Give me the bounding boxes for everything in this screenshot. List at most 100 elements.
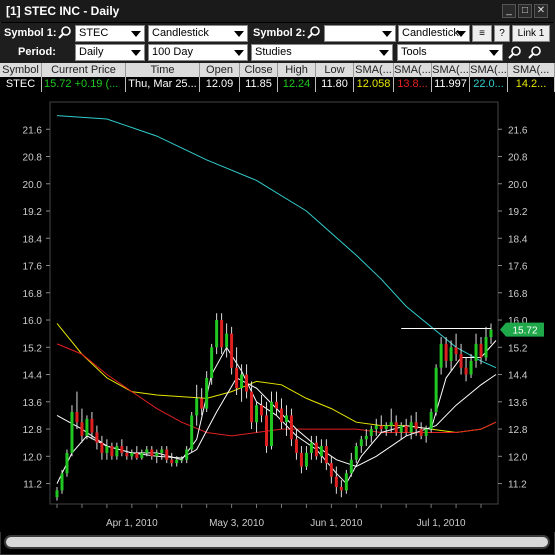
- candle-body: [140, 452, 144, 459]
- col-time[interactable]: Time: [126, 63, 200, 77]
- range-select[interactable]: 100 Day: [148, 44, 248, 61]
- symbol2-label: Symbol 2:: [253, 27, 306, 39]
- y-tick-label-right: 18.4: [508, 234, 528, 245]
- candle-body: [95, 432, 99, 443]
- chevron-down-icon: [234, 50, 244, 56]
- candle-body: [155, 452, 159, 457]
- symbol1-input[interactable]: STEC: [75, 25, 145, 42]
- col-sma3[interactable]: SMA(...: [432, 63, 470, 77]
- y-tick-label-right: 20.8: [508, 153, 528, 164]
- tools-select[interactable]: Tools: [397, 44, 503, 61]
- x-tick-label: Jun 1, 2010: [310, 518, 363, 529]
- price-chart[interactable]: 11.2 11.2 12.0 12.0 12.8 12.8 13.6 13.6 14.4 14.4…: [0, 92, 555, 532]
- cell-time: Thu, Mar 25...: [126, 77, 200, 92]
- candle-body: [255, 405, 259, 423]
- scrollbar-thumb[interactable]: [6, 537, 548, 547]
- list-icon[interactable]: ≡: [472, 25, 492, 42]
- col-open[interactable]: Open: [200, 63, 240, 77]
- studies-select[interactable]: Studies: [251, 44, 393, 61]
- y-tick-label-left: 12.0: [23, 452, 43, 463]
- chart-type2-select[interactable]: Candlestick: [398, 25, 470, 42]
- maximize-button[interactable]: □: [518, 4, 532, 18]
- candle-body: [70, 412, 74, 453]
- candle-body: [434, 367, 438, 413]
- sma-line: [56, 115, 497, 369]
- minimize-button[interactable]: _: [502, 4, 516, 18]
- candle-body: [334, 476, 338, 487]
- candle-body: [90, 418, 94, 433]
- candle-body: [329, 463, 333, 477]
- col-high[interactable]: High: [278, 63, 316, 77]
- last-price-label: 15.72: [512, 326, 537, 337]
- chevron-down-icon: [382, 31, 392, 37]
- table-row[interactable]: STEC 15.72 +0.19 (... Thu, Mar 25... 12.…: [0, 77, 555, 92]
- candle-body: [324, 446, 328, 464]
- y-tick-label-left: 11.2: [23, 480, 42, 491]
- col-symbol[interactable]: Symbol: [0, 63, 42, 77]
- candle-body: [294, 439, 298, 453]
- symbol1-label: Symbol 1:: [4, 27, 57, 39]
- candle-body: [369, 429, 373, 436]
- candle-body: [120, 446, 124, 453]
- cell-close: 11.85: [240, 77, 278, 92]
- chevron-down-icon: [379, 50, 389, 56]
- link-button[interactable]: Link 1: [512, 25, 550, 42]
- y-tick-label-left: 16.0: [23, 316, 43, 327]
- candle-body: [479, 343, 483, 358]
- candle-body: [404, 425, 408, 433]
- candle-body: [464, 367, 468, 375]
- candle-body: [444, 343, 448, 361]
- candle-body: [439, 343, 443, 368]
- candle-body: [414, 422, 418, 430]
- candle-body: [135, 452, 139, 459]
- candle-body: [100, 442, 104, 453]
- col-sma4[interactable]: SMA(...: [470, 63, 508, 77]
- col-close[interactable]: Close: [240, 63, 278, 77]
- help-button[interactable]: ?: [494, 25, 510, 42]
- col-sma2[interactable]: SMA(...: [394, 63, 432, 77]
- candle-body: [260, 405, 264, 416]
- y-tick-label-right: 11.2: [508, 480, 527, 491]
- grid-header: Symbol Current Price Time Open Close Hig…: [0, 63, 555, 77]
- zoom-in-icon[interactable]: [508, 45, 522, 59]
- zoom-out-icon[interactable]: [528, 45, 542, 59]
- y-tick-label-left: 18.4: [23, 234, 43, 245]
- col-low[interactable]: Low: [316, 63, 354, 77]
- col-current-price[interactable]: Current Price: [42, 63, 126, 77]
- period-select[interactable]: Daily: [75, 44, 145, 61]
- col-sma1[interactable]: SMA(...: [354, 63, 394, 77]
- candle-body: [374, 425, 378, 430]
- candle-body: [175, 459, 179, 464]
- chevron-down-icon: [131, 50, 141, 56]
- candle-body: [75, 412, 79, 423]
- candle-body: [110, 446, 114, 457]
- period-label: Period:: [18, 46, 56, 58]
- candle-body: [240, 374, 244, 389]
- y-tick-label-right: 21.6: [508, 125, 528, 136]
- y-tick-label-right: 17.6: [508, 262, 528, 273]
- candle-body: [469, 360, 473, 375]
- y-tick-label-right: 19.2: [508, 207, 528, 218]
- candle-body: [474, 343, 478, 361]
- search-icon[interactable]: [307, 25, 321, 39]
- chart-type1-select[interactable]: Candlestick: [148, 25, 248, 42]
- candle-body: [270, 401, 274, 447]
- chevron-down-icon: [131, 31, 141, 37]
- close-button[interactable]: ✕: [534, 4, 548, 18]
- y-tick-label-left: 12.8: [23, 425, 43, 436]
- candle-body: [379, 425, 383, 430]
- candle-body: [309, 442, 313, 453]
- candle-body: [454, 347, 458, 355]
- candle-body: [364, 435, 368, 440]
- col-sma5[interactable]: SMA(...: [508, 63, 555, 77]
- y-tick-label-left: 20.0: [23, 180, 43, 191]
- candle-body: [394, 422, 398, 433]
- search-icon[interactable]: [58, 25, 72, 39]
- cell-sma3: 11.997: [432, 77, 470, 92]
- candle-body: [449, 347, 453, 361]
- cell-symbol: STEC: [0, 77, 42, 92]
- candle-body: [279, 408, 283, 423]
- symbol2-input[interactable]: [324, 25, 396, 42]
- candle-body: [195, 398, 199, 416]
- y-tick-label-left: 15.2: [23, 343, 43, 354]
